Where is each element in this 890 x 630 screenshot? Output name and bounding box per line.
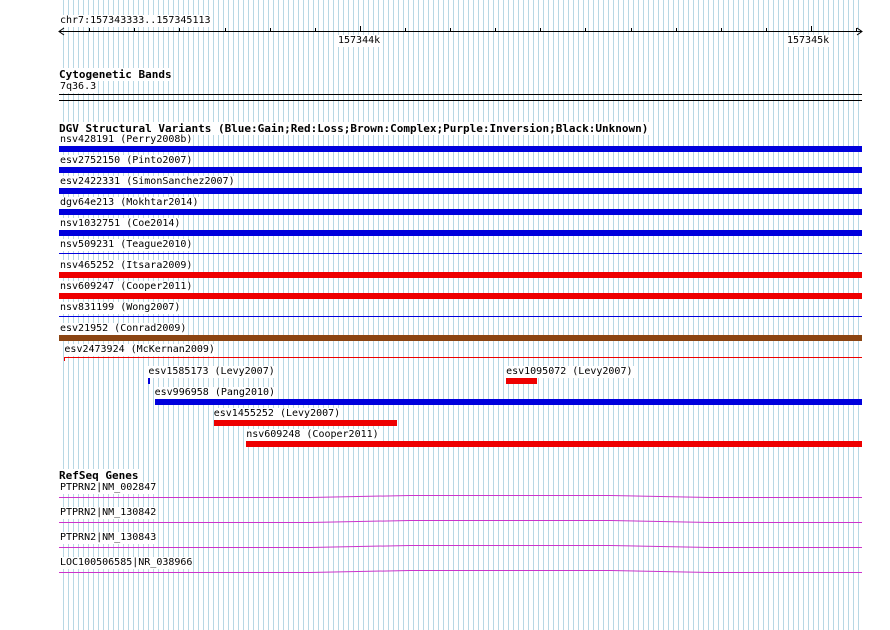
ruler-major-label-157345k: 157345k — [787, 35, 831, 47]
dgv-variant-bar[interactable] — [59, 316, 862, 317]
dgv-variant-label[interactable]: esv2752150 (Pinto2007) — [60, 155, 194, 167]
dgv-variant-bar[interactable] — [506, 378, 538, 384]
dgv-variant-bar[interactable] — [154, 399, 862, 405]
refseq-track-title[interactable]: RefSeq Genes — [59, 469, 140, 482]
dgv-variant-bar[interactable] — [64, 357, 862, 358]
dgv-variant-label[interactable]: nsv609247 (Cooper2011) — [60, 281, 194, 293]
dgv-variant-label[interactable]: esv996958 (Pang2010) — [154, 387, 277, 399]
track-separator — [59, 100, 862, 101]
dgv-variant-bar[interactable] — [59, 167, 862, 173]
cytoband-band-line — [59, 94, 862, 95]
dgv-variant-label[interactable]: nsv428191 (Perry2008b) — [60, 134, 194, 146]
dgv-variant-label[interactable]: nsv1032751 (Coe2014) — [60, 218, 182, 230]
dgv-variant-bar[interactable] — [59, 253, 862, 254]
genome-browser-canvas[interactable]: chr7:157343333..157345113 157344k 157345… — [0, 0, 890, 630]
dgv-variant-bar[interactable] — [59, 272, 862, 278]
cytoband-track-title[interactable]: Cytogenetic Bands — [59, 68, 173, 81]
refseq-gene-label[interactable]: PTPRN2|NM_130843 — [60, 532, 158, 544]
refseq-gene-line — [59, 520, 862, 523]
refseq-gene-line — [59, 495, 862, 498]
dgv-variant-label[interactable]: esv2473924 (McKernan2009) — [64, 344, 216, 356]
dgv-variant-bar[interactable] — [246, 441, 862, 447]
cytoband-label[interactable]: 7q36.3 — [60, 81, 98, 93]
dgv-variant-label[interactable]: esv1455252 (Levy2007) — [213, 408, 342, 420]
dgv-variant-label[interactable]: esv21952 (Conrad2009) — [60, 323, 188, 335]
refseq-gene-label[interactable]: PTPRN2|NM_130842 — [60, 507, 158, 519]
dgv-variant-label[interactable]: nsv831199 (Wong2007) — [60, 302, 182, 314]
dgv-variant-bar[interactable] — [213, 420, 398, 426]
refseq-gene-label[interactable]: LOC100506585|NR_038966 — [60, 557, 194, 569]
ruler-axis[interactable] — [0, 0, 890, 60]
dgv-variant-bar[interactable] — [59, 188, 862, 194]
dgv-variant-label[interactable]: esv2422331 (SimonSanchez2007) — [60, 176, 236, 188]
ruler-major-label-157344k: 157344k — [338, 35, 382, 47]
dgv-variant-bar[interactable] — [59, 146, 862, 152]
dgv-variant-bar[interactable] — [59, 335, 862, 341]
dgv-variant-label[interactable]: nsv465252 (Itsara2009) — [60, 260, 194, 272]
dgv-variant-bar[interactable] — [148, 378, 151, 384]
dgv-variant-bar[interactable] — [59, 293, 862, 299]
dgv-variant-label[interactable]: nsv509231 (Teague2010) — [60, 239, 194, 251]
dgv-variant-label[interactable]: nsv609248 (Cooper2011) — [246, 429, 380, 441]
refseq-gene-label[interactable]: PTPRN2|NM_002847 — [60, 482, 158, 494]
dgv-variant-bar[interactable] — [59, 230, 862, 236]
refseq-gene-line — [59, 570, 862, 573]
dgv-variant-bar[interactable] — [59, 209, 862, 215]
dgv-variant-label[interactable]: esv1095072 (Levy2007) — [506, 366, 634, 378]
dgv-variant-label[interactable]: esv1585173 (Levy2007) — [148, 366, 276, 378]
dgv-variant-label[interactable]: dgv64e213 (Mokhtar2014) — [60, 197, 200, 209]
refseq-gene-line — [59, 545, 862, 548]
